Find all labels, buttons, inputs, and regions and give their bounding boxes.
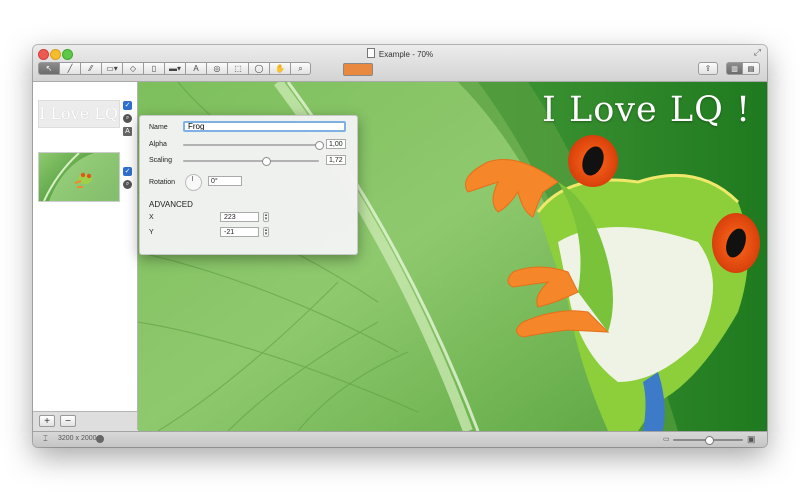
zoom-slider-knob[interactable] (704, 436, 714, 445)
info-icon[interactable] (96, 435, 104, 443)
scaling-value[interactable]: 1,72 (326, 155, 346, 165)
scaling-label: Scaling (149, 157, 172, 164)
x-field[interactable]: 223 (220, 212, 259, 222)
layers-sidebar: I Love LQ ! ✓ ⌕ A ✓ ⌕ (33, 82, 138, 430)
tool-select-button[interactable]: ↖ (38, 62, 59, 75)
zoom-out-icon[interactable]: ▭ (663, 435, 670, 443)
tool-bucket-button[interactable]: ▯ (143, 62, 164, 75)
tool-eraser-button[interactable]: ◇ (122, 62, 143, 75)
x-stepper[interactable]: ▴ ▾ (263, 212, 269, 222)
zoom-in-icon[interactable]: ▣ (747, 434, 756, 445)
title-bar: Example - 70% ⤢ ↖ ╱ ⁄⁄ ▭▾ ◇ ▯ ▬▾ A ◎ ⬚ ◯ ✋ ⌕ ⇪ ▥ ▤ (33, 45, 767, 82)
tool-lasso-button[interactable]: ◯ (248, 62, 269, 75)
scaling-slider-knob[interactable] (261, 157, 271, 166)
text-icon: A (193, 64, 199, 73)
x-label: X (149, 214, 154, 221)
tool-rectangle-button[interactable]: ▭▾ (101, 62, 122, 75)
fullscreen-icon[interactable]: ⤢ (754, 47, 761, 58)
color-swatch[interactable] (343, 63, 373, 76)
overlay-text[interactable]: I Love LQ ! (542, 90, 751, 130)
target-icon: ◎ (213, 64, 221, 73)
remove-layer-button[interactable]: − (60, 415, 76, 427)
layer-thumbnail-image[interactable] (38, 152, 120, 202)
view-inspector-button[interactable]: ▤ (743, 62, 760, 75)
tool-pen-button[interactable]: ⁄⁄ (80, 62, 101, 75)
alpha-label: Alpha (149, 141, 167, 148)
sidebar-left-icon: ▥ (731, 65, 738, 73)
y-label: Y (149, 229, 154, 236)
marquee-icon: ⬚ (234, 64, 242, 73)
rotation-field[interactable]: 0° (208, 176, 242, 186)
rotation-label: Rotation (149, 179, 176, 186)
select-icon: ↖ (45, 64, 53, 73)
layer-thumbnail-text[interactable]: I Love LQ ! (38, 100, 120, 128)
advanced-heading: ADVANCED (149, 200, 193, 209)
view-sidebar-button[interactable]: ▥ (726, 62, 743, 75)
view-mode-control: ▥ ▤ (726, 62, 760, 75)
document-icon (366, 48, 375, 58)
name-label: Name (149, 124, 168, 131)
alpha-value[interactable]: 1,00 (326, 139, 346, 149)
layer-zoom-icon[interactable]: ⌕ (123, 114, 132, 123)
alpha-slider[interactable] (183, 141, 324, 150)
sidebar-right-icon: ▤ (747, 65, 755, 73)
hand-icon: ✋ (275, 64, 285, 73)
tool-marquee-button[interactable]: ⬚ (227, 62, 248, 75)
zoom-slider[interactable] (673, 436, 743, 445)
status-bar: ⌶ 3200 x 2000 ▭ ▣ (33, 431, 767, 447)
tool-target-button[interactable]: ◎ (206, 62, 227, 75)
tool-gradient-button[interactable]: ▬▾ (164, 62, 185, 75)
tool-bar: ↖ ╱ ⁄⁄ ▭▾ ◇ ▯ ▬▾ A ◎ ⬚ ◯ ✋ ⌕ (38, 62, 311, 75)
scaling-slider[interactable] (183, 157, 319, 166)
tool-line-button[interactable]: ╱ (59, 62, 80, 75)
name-field[interactable] (183, 121, 346, 132)
dimensions-icon: ⌶ (43, 434, 48, 443)
bucket-icon: ▯ (151, 64, 157, 73)
lasso-icon: ◯ (254, 64, 264, 73)
sidebar-footer: + − (33, 411, 137, 431)
layer-properties-panel: Name Alpha 1,00 Scaling 1,72 Rotation 0°… (139, 115, 358, 255)
share-button[interactable]: ⇪ (698, 62, 718, 75)
y-field[interactable]: -21 (220, 227, 259, 237)
eraser-icon: ◇ (129, 64, 137, 73)
gradient-icon: ▬▾ (168, 64, 181, 73)
layer-visibility-checkbox[interactable]: ✓ (123, 101, 132, 110)
image-dimensions: 3200 x 2000 (58, 435, 97, 442)
layer-zoom-icon[interactable]: ⌕ (123, 180, 132, 189)
add-layer-button[interactable]: + (39, 415, 55, 427)
share-icon: ⇪ (704, 64, 712, 73)
tool-hand-button[interactable]: ✋ (269, 62, 290, 75)
window-title-area: Example - 70% (33, 48, 767, 59)
rectangle-icon: ▭▾ (106, 64, 118, 73)
alpha-slider-knob[interactable] (315, 141, 324, 150)
window-title: Example - 70% (378, 50, 434, 59)
rotation-dial[interactable] (185, 174, 202, 191)
layer-visibility-checkbox[interactable]: ✓ (123, 167, 132, 176)
pen-icon: ⁄⁄ (89, 64, 93, 73)
tool-text-button[interactable]: A (185, 62, 206, 75)
tool-zoom-button[interactable]: ⌕ (290, 62, 311, 75)
text-layer-icon: A (123, 127, 132, 136)
y-stepper[interactable]: ▴ ▾ (263, 227, 269, 237)
line-icon: ╱ (67, 64, 73, 73)
frog-thumbnail-icon (43, 153, 119, 201)
zoom-icon: ⌕ (298, 63, 303, 73)
